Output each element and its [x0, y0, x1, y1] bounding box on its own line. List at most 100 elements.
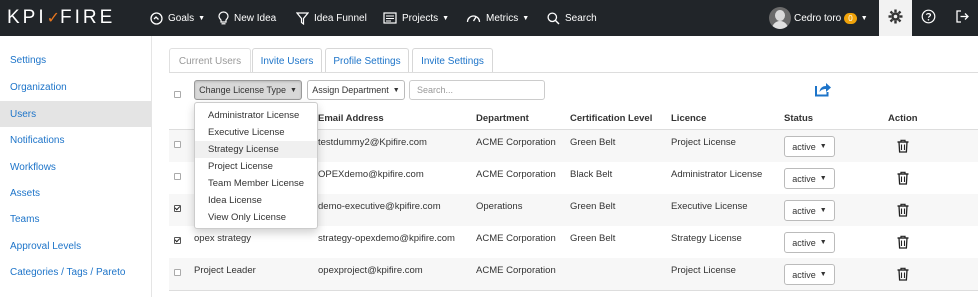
projects-icon	[383, 12, 397, 24]
col-header-certification: Certification Level	[570, 113, 653, 124]
chevron-down-icon: ▼	[860, 14, 868, 22]
delete-user-button[interactable]	[896, 235, 910, 249]
col-header-licence: Licence	[671, 113, 707, 124]
select-all-checkbox[interactable]	[174, 91, 181, 98]
change-license-type-button[interactable]: Change License Type ▼	[194, 80, 302, 100]
trash-icon	[897, 203, 909, 217]
col-header-email: Email Address	[318, 113, 384, 124]
col-header-department: Department	[476, 113, 529, 124]
status-dropdown[interactable]: active ▼	[784, 200, 835, 221]
nav-search[interactable]: Search	[547, 0, 597, 36]
nav-goals-label: Goals	[168, 12, 195, 24]
sidebar-item-settings[interactable]: Settings	[0, 47, 151, 73]
license-option-team-member[interactable]: Team Member License	[195, 175, 317, 192]
nav-idea-funnel[interactable]: Idea Funnel	[296, 0, 367, 36]
gear-icon	[888, 9, 903, 27]
tab-invite-users[interactable]: Invite Users	[252, 48, 322, 73]
logo-text-right: FIRE	[60, 7, 116, 28]
user-name: Cedro toro	[794, 12, 842, 24]
kpifire-logo[interactable]: KPI✓FIRE	[7, 7, 115, 29]
license-option-strategy[interactable]: Strategy License	[195, 141, 317, 158]
license-option-idea[interactable]: Idea License	[195, 192, 317, 209]
sidebar-item-workflows[interactable]: Workflows	[0, 154, 151, 180]
tab-divider	[169, 72, 978, 73]
notification-count-badge[interactable]: 0	[844, 12, 857, 24]
delete-user-button[interactable]	[896, 171, 910, 185]
certification-cell: Green Belt	[570, 201, 616, 212]
settings-gear-button[interactable]	[879, 0, 912, 36]
tab-invite-settings[interactable]: Invite Settings	[412, 48, 493, 73]
logo-chevron-icon: ✓	[46, 10, 61, 27]
search-icon	[547, 11, 560, 25]
email-cell: demo-executive@kpifire.com	[318, 201, 441, 212]
licence-cell: Executive License	[671, 201, 748, 212]
nav-goals[interactable]: Goals ▼	[150, 0, 205, 36]
row-checkbox[interactable]	[174, 173, 181, 180]
col-header-status: Status	[784, 113, 814, 124]
chevron-down-icon: ▼	[198, 14, 206, 22]
license-type-dropdown-menu: Administrator License Executive License St…	[194, 102, 318, 229]
sidebar-item-approval-levels[interactable]: Approval Levels	[0, 233, 151, 259]
top-navbar: KPI✓FIRE Goals ▼ New Idea Idea Funnel Pr…	[0, 0, 978, 36]
chevron-down-icon: ▼	[819, 271, 827, 278]
lightbulb-icon	[218, 11, 229, 25]
department-cell: ACME Corporation	[476, 137, 556, 148]
chevron-down-icon: ▼	[819, 239, 827, 246]
status-dropdown[interactable]: active ▼	[784, 136, 835, 157]
email-cell: testdummy2@Kpifire.com	[318, 137, 427, 148]
certification-cell: Black Belt	[570, 169, 613, 180]
user-name-cell: Project Leader	[194, 265, 256, 276]
nav-idea-funnel-label: Idea Funnel	[314, 12, 367, 24]
chevron-down-icon: ▼	[819, 143, 827, 150]
share-icon	[814, 83, 832, 100]
sidebar-item-teams[interactable]: Teams	[0, 206, 151, 232]
user-name-cell: opex strategy	[194, 233, 252, 244]
help-button[interactable]	[921, 0, 936, 36]
sidebar-item-users[interactable]: Users	[0, 101, 151, 127]
sidebar-item-categories-tags-pareto[interactable]: Categories / Tags / Pareto	[0, 259, 151, 285]
export-share-button[interactable]	[814, 81, 832, 100]
delete-user-button[interactable]	[896, 203, 910, 217]
chevron-down-icon: ▼	[289, 86, 297, 94]
license-option-administrator[interactable]: Administrator License	[195, 107, 317, 124]
sidebar-item-notifications[interactable]: Notifications	[0, 127, 151, 153]
sidebar-item-assets[interactable]: Assets	[0, 180, 151, 206]
status-dropdown[interactable]: active ▼	[784, 264, 835, 285]
user-search-input[interactable]: Search...	[409, 80, 545, 100]
licence-cell: Strategy License	[671, 233, 742, 244]
nav-new-idea[interactable]: New Idea	[218, 0, 276, 36]
status-dropdown[interactable]: active ▼	[784, 232, 835, 253]
user-menu[interactable]: Cedro toro 0 ▼	[769, 0, 868, 36]
license-option-executive[interactable]: Executive License	[195, 124, 317, 141]
certification-cell: Green Belt	[570, 137, 616, 148]
license-option-view-only[interactable]: View Only License	[195, 209, 317, 226]
chevron-down-icon: ▼	[819, 207, 827, 214]
nav-projects-label: Projects	[402, 12, 439, 24]
tab-current-users[interactable]: Current Users	[169, 48, 251, 73]
chevron-down-icon: ▼	[392, 86, 400, 94]
funnel-icon	[296, 11, 309, 25]
trash-icon	[897, 235, 909, 249]
row-checkbox[interactable]	[174, 205, 181, 212]
row-checkbox[interactable]	[174, 237, 181, 244]
row-checkbox[interactable]	[174, 269, 181, 276]
assign-department-button[interactable]: Assign Department ▼	[307, 80, 405, 100]
trash-icon	[897, 267, 909, 281]
department-cell: ACME Corporation	[476, 233, 556, 244]
status-dropdown[interactable]: active ▼	[784, 168, 835, 189]
license-option-project[interactable]: Project License	[195, 158, 317, 175]
search-placeholder: Search...	[417, 85, 454, 95]
tab-profile-settings[interactable]: Profile Settings	[325, 48, 409, 73]
department-cell: Operations	[476, 201, 523, 212]
sidebar-item-organization[interactable]: Organization	[0, 74, 151, 100]
logout-button[interactable]	[955, 0, 970, 36]
delete-user-button[interactable]	[896, 267, 910, 281]
logo-text-left: KPI	[7, 7, 47, 28]
nav-metrics[interactable]: Metrics ▼	[466, 0, 529, 36]
logout-icon	[955, 9, 970, 27]
nav-projects[interactable]: Projects ▼	[383, 0, 449, 36]
row-checkbox[interactable]	[174, 141, 181, 148]
delete-user-button[interactable]	[896, 139, 910, 153]
email-cell: strategy-opexdemo@kpifire.com	[318, 233, 455, 244]
change-license-type-label: Change License Type	[199, 85, 286, 95]
